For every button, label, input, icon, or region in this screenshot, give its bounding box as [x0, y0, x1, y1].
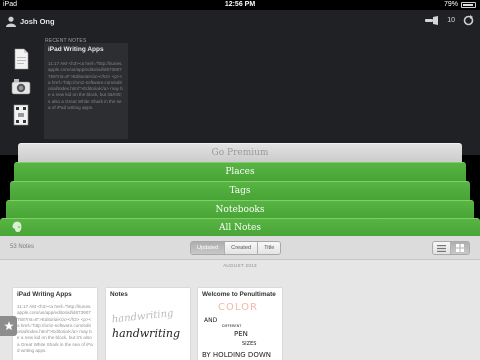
trumpet-icon[interactable] — [425, 15, 439, 26]
note-title: iPad Writing Apps — [17, 291, 72, 298]
user-name: Josh Ong — [20, 16, 55, 26]
panel-header: 53 Notes Updated Created Title — [0, 236, 480, 260]
note-card[interactable]: iPad Writing Apps 11:17 AM <h3><a href="… — [13, 288, 97, 360]
shortcuts-tab[interactable] — [0, 316, 17, 336]
star-icon — [3, 321, 14, 331]
handwriting-line: handwriting — [112, 327, 180, 340]
recent-note-card[interactable]: iPad Writing Apps 11:17 AM <h3><a href="… — [44, 43, 128, 139]
handwriting-thumbnail: COLOR AND DIFFERENT PEN SIZES BY HOLDING… — [202, 302, 271, 359]
status-bar: iPad 12:56 PM 79% — [0, 0, 480, 10]
notification-count[interactable]: 10 — [447, 17, 455, 24]
note-title: Notes — [110, 291, 128, 298]
grid-icon — [456, 244, 464, 252]
handwriting-line: COLOR — [218, 302, 258, 313]
handwriting-line: DIFFERENT — [222, 324, 242, 328]
handwriting-line: BY HOLDING DOWN — [202, 351, 271, 359]
attachment-icon[interactable] — [11, 104, 31, 126]
handwriting-line: AND — [204, 317, 218, 324]
account-area: Josh Ong 10 RECENT NOTES iPad Writing Ap… — [0, 10, 480, 155]
handwriting-line: PEN — [234, 330, 248, 338]
user-profile[interactable]: Josh Ong — [6, 14, 55, 28]
month-header: AUGUST 2013 — [223, 263, 257, 268]
user-icon — [6, 16, 16, 27]
list-view-button[interactable] — [433, 242, 451, 254]
note-card[interactable]: Welcome to Penultimate COLOR AND DIFFERE… — [198, 288, 282, 360]
grid-view-button[interactable] — [451, 242, 469, 254]
notes-panel: 53 Notes Updated Created Title AUGUST 20… — [0, 236, 480, 360]
camera-icon[interactable] — [11, 76, 31, 98]
sort-title-button[interactable]: Title — [258, 242, 281, 254]
list-icon — [437, 244, 446, 252]
evernote-elephant-icon — [12, 221, 22, 232]
handwriting-line: handwriting — [111, 308, 174, 325]
sync-icon[interactable] — [463, 15, 474, 26]
sort-created-button[interactable]: Created — [225, 242, 259, 254]
new-note-icon[interactable] — [11, 48, 31, 70]
battery-percent: 79% — [443, 1, 458, 8]
view-toggle — [432, 241, 470, 255]
status-time: 12:56 PM — [224, 1, 256, 8]
note-snippet: 11:17 AM <h3><a href="http://itunes.appl… — [17, 304, 93, 354]
sort-control: Updated Created Title — [190, 241, 282, 255]
handwriting-thumbnail: handwriting handwriting — [111, 308, 180, 340]
note-card[interactable]: Notes handwriting handwriting — [106, 288, 190, 360]
notes-count: 53 Notes — [10, 244, 35, 250]
battery-icon — [461, 2, 476, 8]
recent-note-title: iPad Writing Apps — [48, 46, 104, 53]
note-title: Welcome to Penultimate — [202, 291, 276, 298]
top-right-controls: 10 — [425, 15, 474, 26]
sort-updated-button[interactable]: Updated — [191, 242, 226, 254]
handwriting-line: SIZES — [242, 341, 256, 347]
recent-note-snippet: 11:17 AM <h3><a href="http://itunes.appl… — [48, 61, 123, 111]
